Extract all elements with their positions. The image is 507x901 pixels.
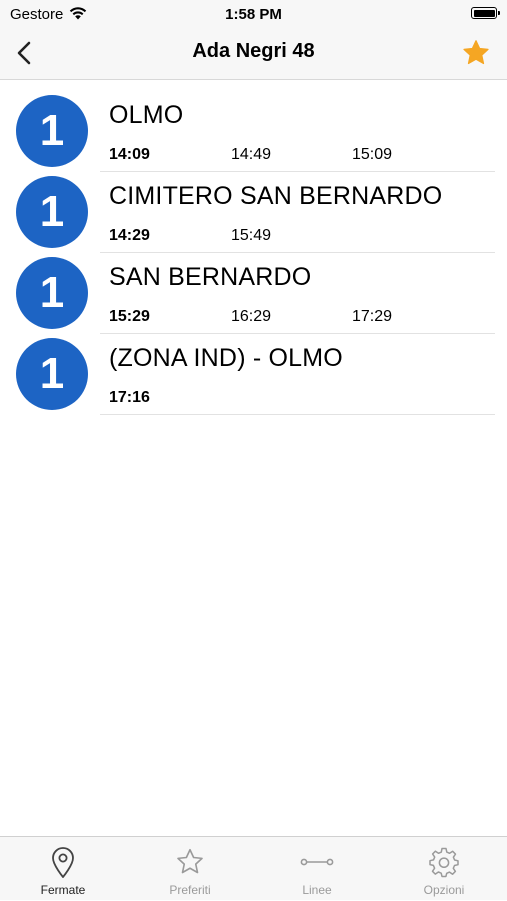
tab-label: Fermate <box>40 883 86 897</box>
destination-label: OLMO <box>109 101 184 129</box>
status-time: 1:58 PM <box>225 6 282 23</box>
departure-row[interactable]: 1 CIMITERO SAN BERNARDO 14:29 15:49 <box>0 172 507 253</box>
departure-time: 16:29 <box>231 308 272 325</box>
tab-opzioni[interactable]: Opzioni <box>381 837 507 901</box>
line-badge: 1 <box>16 338 88 410</box>
destination-label: CIMITERO SAN BERNARDO <box>109 182 443 210</box>
page-title: Ada Negri 48 <box>192 40 315 62</box>
row-divider <box>100 414 495 415</box>
departure-row[interactable]: 1 OLMO 14:09 14:49 15:09 <box>0 91 507 172</box>
departure-time: 15:49 <box>231 227 272 244</box>
destination-label: SAN BERNARDO <box>109 263 312 291</box>
departure-time: 15:09 <box>352 146 393 163</box>
gear-icon <box>429 847 459 878</box>
departure-time: 14:09 <box>109 146 150 163</box>
line-badge: 1 <box>16 176 88 248</box>
tab-fermate[interactable]: Fermate <box>0 837 126 901</box>
status-bar: Gestore 1:58 PM <box>0 0 507 28</box>
tab-preferiti[interactable]: Preferiti <box>127 837 253 901</box>
line-route-icon <box>300 858 334 866</box>
departure-time: 17:16 <box>109 389 150 406</box>
star-filled-icon <box>463 40 489 65</box>
tab-label: Opzioni <box>423 883 465 897</box>
star-outline-icon <box>177 848 203 874</box>
tab-bar: Fermate Preferiti Linee Opzioni <box>0 836 507 900</box>
departure-time: 15:29 <box>109 308 150 325</box>
tab-linee[interactable]: Linee <box>254 837 380 901</box>
navigation-bar: Ada Negri 48 <box>0 28 507 80</box>
favorite-button[interactable] <box>461 38 491 68</box>
departure-row[interactable]: 1 (ZONA IND) - OLMO 17:16 <box>0 334 507 415</box>
departures-list: 1 OLMO 14:09 14:49 15:09 1 CIMITERO SAN … <box>0 91 507 415</box>
departure-time: 14:29 <box>109 227 150 244</box>
battery-icon <box>471 7 500 19</box>
departure-row[interactable]: 1 SAN BERNARDO 15:29 16:29 17:29 <box>0 253 507 334</box>
departure-time: 14:49 <box>231 146 272 163</box>
tab-label: Preferiti <box>169 883 211 897</box>
location-pin-icon <box>52 847 74 878</box>
destination-label: (ZONA IND) - OLMO <box>109 344 343 372</box>
departure-time: 17:29 <box>352 308 393 325</box>
tab-label: Linee <box>302 883 332 897</box>
line-badge: 1 <box>16 95 88 167</box>
line-badge: 1 <box>16 257 88 329</box>
